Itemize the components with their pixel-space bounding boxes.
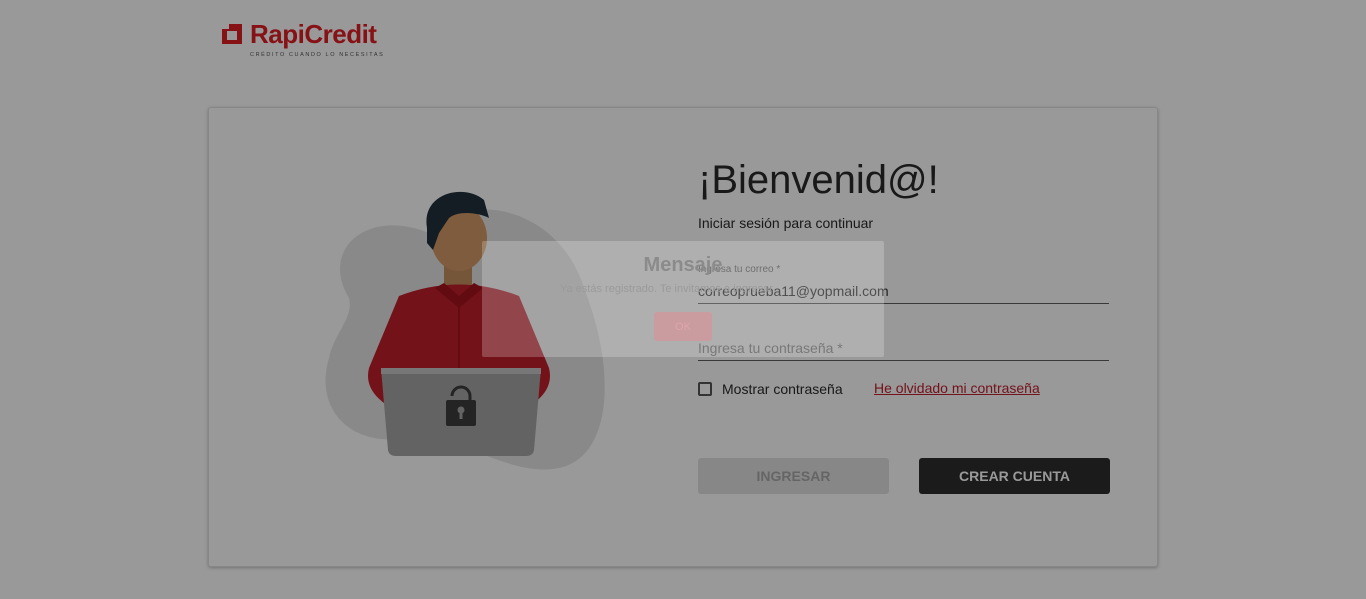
dialog-title: Mensaje (643, 254, 723, 276)
dialog-message: Ya estás registrado. Te invitamos a ingr… (560, 283, 773, 295)
dialog-ok-button[interactable]: OK (654, 312, 712, 341)
message-dialog: Mensaje Ya estás registrado. Te invitamo… (482, 241, 884, 357)
